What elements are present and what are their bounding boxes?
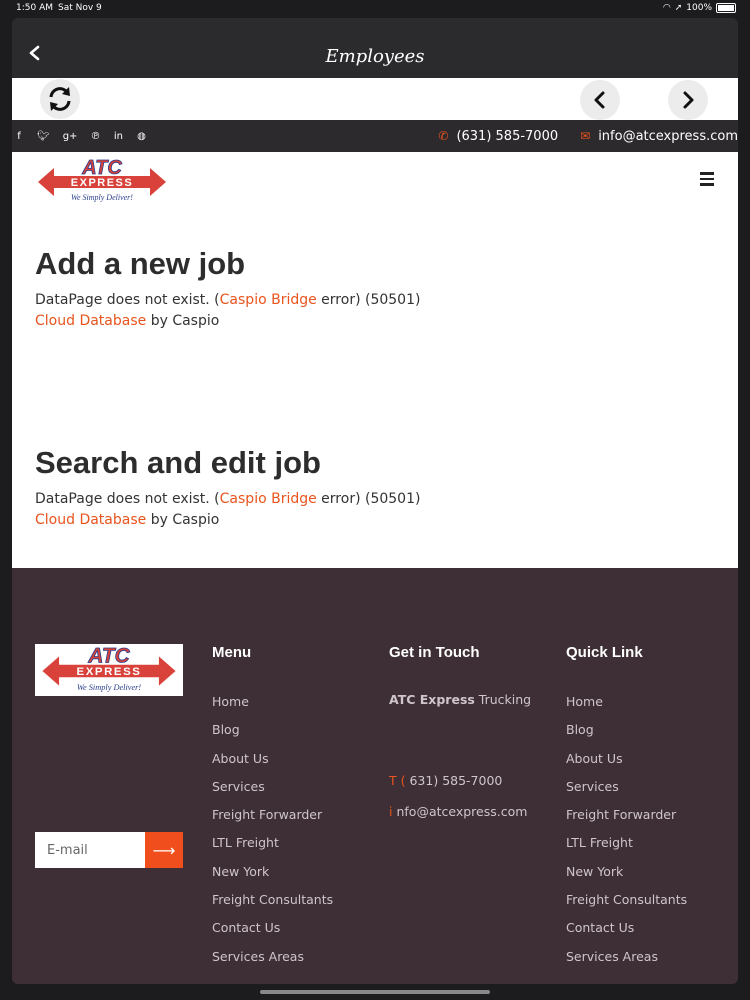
footer-quick-item[interactable]: Home bbox=[566, 694, 736, 722]
error-message: DataPage does not exist. (Caspio Bridge … bbox=[35, 292, 421, 308]
section-heading-add-job: Add a new job bbox=[35, 246, 246, 281]
footer-menu-item[interactable]: Contact Us bbox=[212, 920, 382, 948]
site-header: ATC EXPRESS We Simply Deliver! bbox=[12, 152, 738, 209]
hamburger-menu-icon[interactable] bbox=[700, 172, 714, 189]
linkedin-icon[interactable]: in bbox=[113, 131, 123, 142]
logo-tagline: We Simply Deliver! bbox=[71, 193, 133, 202]
refresh-icon bbox=[49, 87, 71, 111]
battery-percent: 100% bbox=[686, 3, 712, 13]
footer-menu-item[interactable]: Freight Forwarder bbox=[212, 807, 382, 835]
topbar-phone-text: (631) 585-7000 bbox=[456, 128, 559, 144]
footer-touch-column: Get in Touch ATC Express Trucking T ( 63… bbox=[389, 644, 531, 819]
footer-menu-column: Menu Home Blog About Us Services Freight… bbox=[212, 644, 333, 964]
caspio-bridge-link[interactable]: Caspio Bridge bbox=[220, 491, 317, 507]
atc-express-logo: ATC EXPRESS We Simply Deliver! bbox=[42, 644, 176, 692]
footer-quick-item[interactable]: Services Areas bbox=[566, 949, 736, 977]
footer-quick-item[interactable]: Contact Us bbox=[566, 920, 736, 948]
social-links: f 🐦︎ g+ ℗ in ◍ bbox=[14, 120, 146, 152]
refresh-button[interactable] bbox=[40, 79, 80, 119]
footer-menu-item[interactable]: Freight Consultants bbox=[212, 892, 382, 920]
topbar-email-text: info@atcexpress.com bbox=[598, 128, 738, 144]
chevron-left-icon bbox=[594, 91, 605, 109]
twitter-icon[interactable]: 🐦︎ bbox=[37, 131, 50, 142]
footer-phone[interactable]: T ( 631) 585-7000 bbox=[389, 773, 502, 788]
navigation-bar: Employees bbox=[12, 18, 738, 78]
phone-icon: ✆ bbox=[438, 129, 449, 143]
dribbble-icon[interactable]: ◍ bbox=[136, 131, 146, 142]
footer-menu-item[interactable]: Services bbox=[212, 779, 382, 807]
pinterest-icon[interactable]: ℗ bbox=[90, 131, 100, 142]
status-bar: 1:50 AM Sat Nov 9 ◠ ➚ 100% bbox=[0, 0, 750, 16]
footer-logo[interactable]: ATC EXPRESS We Simply Deliver! bbox=[35, 644, 183, 696]
logo-sub-text: EXPRESS bbox=[71, 177, 133, 189]
topbar-phone[interactable]: ✆ (631) 585-7000 bbox=[438, 129, 558, 144]
footer-email[interactable]: i nfo@atcexpress.com bbox=[389, 804, 527, 819]
site-footer: ATC EXPRESS We Simply Deliver! ⟶ Menu Ho… bbox=[12, 568, 738, 984]
arrow-right-icon: ⟶ bbox=[152, 840, 176, 860]
footer-menu-item[interactable]: About Us bbox=[212, 751, 382, 779]
chevron-right-icon bbox=[683, 91, 694, 109]
main-content: Add a new job DataPage does not exist. (… bbox=[12, 208, 738, 568]
footer-menu-item[interactable]: Home bbox=[212, 694, 382, 722]
footer-quick-list: Home Blog About Us Services Freight Forw… bbox=[566, 694, 736, 977]
caspio-bridge-link[interactable]: Caspio Bridge bbox=[220, 292, 317, 308]
footer-company: ATC Express Trucking bbox=[389, 692, 532, 707]
browser-toolbar bbox=[12, 78, 738, 120]
home-indicator[interactable] bbox=[260, 990, 490, 994]
footer-quick-item[interactable]: About Us bbox=[566, 751, 736, 779]
footer-quick-item[interactable]: LTL Freight bbox=[566, 835, 736, 863]
logo-tagline: We Simply Deliver! bbox=[77, 683, 142, 692]
cloud-database-link[interactable]: Cloud Database bbox=[35, 512, 146, 528]
site-topbar: f 🐦︎ g+ ℗ in ◍ ✆ (631) 585-7000 ✉ info@a… bbox=[12, 120, 738, 152]
envelope-icon: ✉ bbox=[580, 129, 591, 143]
subscribe-button[interactable]: ⟶ bbox=[145, 832, 183, 868]
status-time: 1:50 AM bbox=[16, 3, 53, 13]
footer-menu-list: Home Blog About Us Services Freight Forw… bbox=[212, 694, 382, 977]
caspio-credit: Cloud Database by Caspio bbox=[35, 512, 220, 528]
footer-quick-column: Quick Link Home Blog About Us Services F… bbox=[566, 644, 687, 964]
footer-quick-item[interactable]: New York bbox=[566, 864, 736, 892]
footer-quick-item[interactable]: Freight Forwarder bbox=[566, 807, 736, 835]
footer-quick-item[interactable]: Services bbox=[566, 779, 736, 807]
footer-quick-item[interactable]: Freight Consultants bbox=[566, 892, 736, 920]
newsletter-form: ⟶ bbox=[35, 832, 183, 868]
atc-express-logo[interactable]: ATC EXPRESS We Simply Deliver! bbox=[36, 156, 168, 206]
footer-quick-item[interactable]: Blog bbox=[566, 722, 736, 750]
logo-sub-text: EXPRESS bbox=[77, 666, 142, 678]
footer-menu-title: Menu bbox=[212, 644, 252, 661]
section-heading-search-job: Search and edit job bbox=[35, 445, 321, 480]
previous-button[interactable] bbox=[580, 80, 620, 120]
status-right: ◠ ➚ 100% bbox=[663, 0, 736, 16]
footer-menu-item[interactable]: LTL Freight bbox=[212, 835, 382, 863]
battery-icon bbox=[716, 3, 736, 13]
location-icon: ➚ bbox=[674, 3, 683, 13]
footer-menu-item[interactable]: New York bbox=[212, 864, 382, 892]
caspio-credit: Cloud Database by Caspio bbox=[35, 313, 220, 329]
facebook-icon[interactable]: f bbox=[14, 131, 24, 142]
wifi-icon: ◠ bbox=[662, 3, 671, 13]
google-plus-icon[interactable]: g+ bbox=[63, 131, 78, 142]
status-date: Sat Nov 9 bbox=[58, 3, 102, 13]
logo-brand-text: ATC bbox=[81, 157, 122, 179]
logo-brand-text: ATC bbox=[87, 645, 130, 668]
app-window: Employees f 🐦︎ g+ ℗ in ◍ ✆ (631) 585-700… bbox=[12, 18, 738, 984]
next-button[interactable] bbox=[668, 80, 708, 120]
topbar-contact: ✆ (631) 585-7000 ✉ info@atcexpress.com bbox=[416, 120, 738, 152]
error-message: DataPage does not exist. (Caspio Bridge … bbox=[35, 491, 421, 507]
footer-touch-title: Get in Touch bbox=[389, 644, 480, 661]
topbar-email[interactable]: ✉ info@atcexpress.com bbox=[580, 129, 738, 144]
footer-quick-title: Quick Link bbox=[566, 644, 643, 661]
cloud-database-link[interactable]: Cloud Database bbox=[35, 313, 146, 329]
email-field[interactable] bbox=[35, 832, 145, 868]
footer-menu-item[interactable]: Services Areas bbox=[212, 949, 382, 977]
footer-menu-item[interactable]: Blog bbox=[212, 722, 382, 750]
page-title: Employees bbox=[325, 46, 425, 67]
